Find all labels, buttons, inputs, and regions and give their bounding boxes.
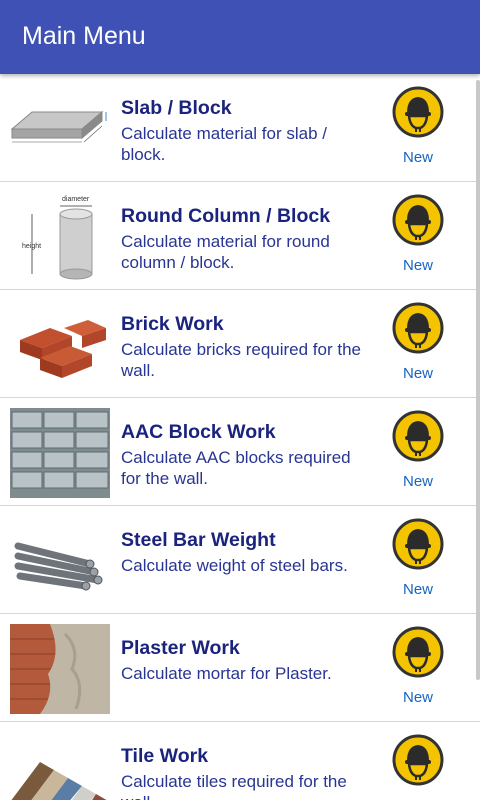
new-badge: New: [388, 302, 448, 382]
app-bar: Main Menu: [0, 0, 480, 74]
item-description: Calculate tiles required for the wall.: [121, 772, 347, 800]
new-label: New: [402, 257, 433, 274]
aac-blocks-image: [10, 408, 110, 498]
steel-bars-image: [10, 516, 110, 606]
new-badge: New: [388, 518, 448, 598]
hard-hat-worker-icon: [392, 410, 444, 462]
item-title: Brick Work: [121, 313, 224, 335]
hard-hat-worker-icon: [392, 86, 444, 138]
menu-item-steel-bar-weight[interactable]: Steel Bar Weight Calculate weight of ste…: [0, 506, 480, 614]
new-badge: New: [388, 734, 448, 800]
new-label: New: [402, 473, 433, 490]
hard-hat-worker-icon: [392, 194, 444, 246]
item-title: Steel Bar Weight: [121, 529, 276, 551]
new-badge: New: [388, 194, 448, 274]
item-texts: Round Column / Block Calculate material …: [121, 204, 371, 273]
item-description: Calculate AAC blocks required for the wa…: [121, 448, 351, 488]
hard-hat-worker-icon: [392, 734, 444, 786]
menu-item-plaster-work[interactable]: Plaster Work Calculate mortar for Plaste…: [0, 614, 480, 722]
item-description: Calculate material for round column / bl…: [121, 232, 330, 272]
menu-item-aac-block-work[interactable]: AAC Block Work Calculate AAC blocks requ…: [0, 398, 480, 506]
hard-hat-worker-icon: [392, 626, 444, 678]
new-badge: New: [388, 86, 448, 166]
height-label: height: [22, 243, 41, 250]
new-label: New: [402, 149, 433, 166]
item-description: Calculate material for slab / block.: [121, 124, 327, 164]
menu-list[interactable]: Slab / Block Calculate material for slab…: [0, 74, 480, 800]
new-label: New: [402, 581, 433, 598]
menu-item-tile-work[interactable]: Tile Work Calculate tiles required for t…: [0, 722, 480, 800]
round-column-image: diameter height: [10, 192, 110, 282]
item-title: Slab / Block: [121, 97, 232, 119]
item-title: AAC Block Work: [121, 421, 276, 443]
scrollbar[interactable]: [476, 80, 480, 680]
item-description: Calculate bricks required for the wall.: [121, 340, 362, 380]
tiles-image: [10, 732, 110, 800]
item-description: Calculate weight of steel bars.: [121, 556, 348, 575]
hard-hat-worker-icon: [392, 302, 444, 354]
app-title: Main Menu: [22, 22, 146, 50]
plaster-wall-image: [10, 624, 110, 714]
item-texts: Brick Work Calculate bricks required for…: [121, 312, 371, 381]
item-title: Tile Work: [121, 745, 209, 767]
item-texts: Plaster Work Calculate mortar for Plaste…: [121, 636, 371, 684]
hard-hat-worker-icon: [392, 518, 444, 570]
bricks-image: [10, 300, 110, 390]
slab-image: [10, 84, 110, 174]
item-title: Plaster Work: [121, 637, 240, 659]
new-label: New: [402, 365, 433, 382]
menu-item-slab-block[interactable]: Slab / Block Calculate material for slab…: [0, 74, 480, 182]
new-badge: New: [388, 410, 448, 490]
item-texts: Tile Work Calculate tiles required for t…: [121, 744, 371, 800]
item-title: Round Column / Block: [121, 205, 331, 227]
item-texts: Slab / Block Calculate material for slab…: [121, 96, 371, 165]
diameter-label: diameter: [62, 196, 90, 203]
menu-item-brick-work[interactable]: Brick Work Calculate bricks required for…: [0, 290, 480, 398]
item-texts: Steel Bar Weight Calculate weight of ste…: [121, 528, 371, 576]
item-texts: AAC Block Work Calculate AAC blocks requ…: [121, 420, 371, 489]
new-badge: New: [388, 626, 448, 706]
new-label: New: [402, 689, 433, 706]
menu-item-round-column-block[interactable]: diameter height Round Column / Block Cal…: [0, 182, 480, 290]
item-description: Calculate mortar for Plaster.: [121, 664, 332, 683]
